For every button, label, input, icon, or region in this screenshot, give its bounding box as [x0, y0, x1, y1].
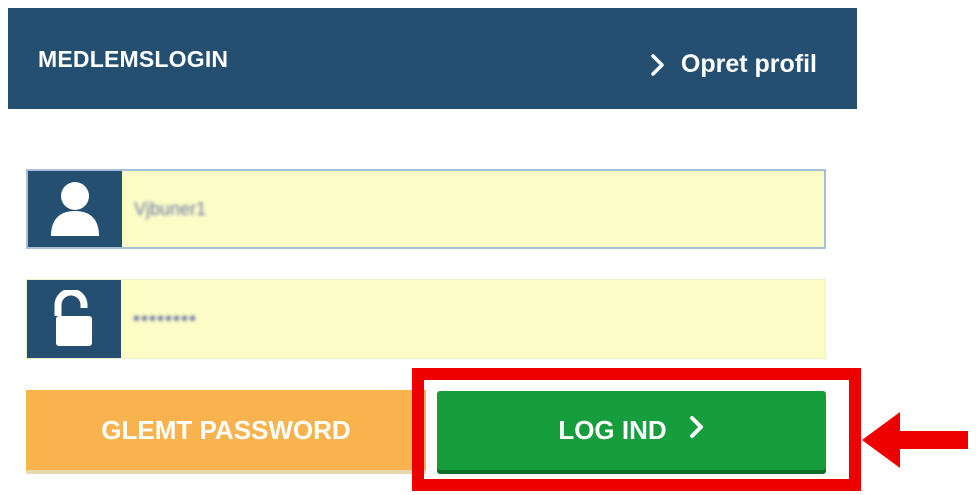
forgot-password-button[interactable]: GLEMT PASSWORD — [26, 390, 426, 470]
username-field — [26, 169, 826, 249]
login-header: MEDLEMSLOGIN Opret profil — [8, 8, 857, 109]
login-label: LOG IND — [558, 415, 667, 445]
header-title: MEDLEMSLOGIN — [38, 46, 229, 72]
arrow-left-icon — [862, 412, 968, 468]
create-profile-link[interactable]: Opret profil — [651, 50, 817, 79]
chevron-right-icon — [651, 53, 665, 76]
password-input[interactable] — [121, 280, 825, 358]
login-button[interactable]: LOG IND — [437, 391, 826, 470]
create-profile-label: Opret profil — [680, 50, 817, 78]
unlock-icon — [27, 280, 121, 358]
password-field — [26, 279, 826, 359]
username-input[interactable] — [122, 171, 824, 247]
user-icon — [28, 171, 122, 247]
chevron-right-icon — [689, 415, 705, 446]
